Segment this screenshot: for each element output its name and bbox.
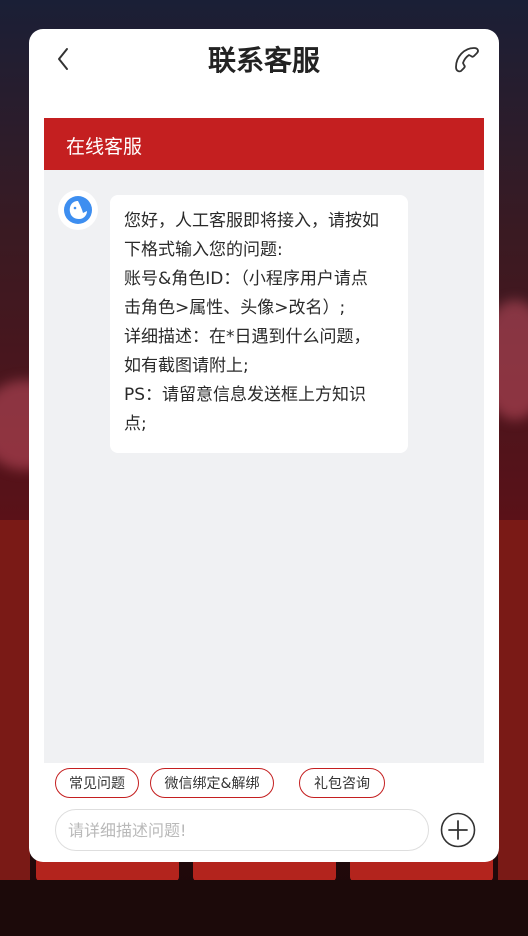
quick-reply-gift-pack[interactable]: 礼包咨询 xyxy=(299,768,385,798)
composer-area: 常见问题 微信绑定&解绑 礼包咨询 xyxy=(44,763,484,862)
page-title: 联系客服 xyxy=(207,44,320,77)
agent-avatar xyxy=(58,190,98,230)
message-line: 如有截图请附上; xyxy=(124,356,249,376)
message-line: 账号&角色ID：（小程序用户请点 xyxy=(124,269,368,289)
agent-message-bubble: 您好，人工客服即将接入，请按如 下格式输入您的问题: 账号&角色ID：（小程序用… xyxy=(110,195,408,453)
phone-button[interactable] xyxy=(449,41,485,77)
online-service-header: 在线客服 xyxy=(44,118,484,170)
message-line: 下格式输入您的问题: xyxy=(124,240,283,260)
message-input[interactable] xyxy=(55,809,429,851)
quick-reply-faq[interactable]: 常见问题 xyxy=(55,768,139,798)
message-line: PS：请留意信息发送框上方知识 xyxy=(124,385,367,405)
pillar-decoration xyxy=(0,520,30,880)
chat-area[interactable]: 您好，人工客服即将接入，请按如 下格式输入您的问题: 账号&角色ID：（小程序用… xyxy=(44,170,484,763)
background-bottom-bar xyxy=(0,880,528,936)
bird-logo-icon xyxy=(64,196,92,224)
message-line: 您好，人工客服即将接入，请按如 xyxy=(124,211,379,231)
dialog-header: 联系客服 xyxy=(29,29,499,91)
add-attachment-button[interactable] xyxy=(440,812,476,848)
phone-icon xyxy=(455,47,479,73)
online-service-title: 在线客服 xyxy=(66,136,143,158)
quick-reply-wechat-binding[interactable]: 微信绑定&解绑 xyxy=(150,768,274,798)
plus-circle-icon xyxy=(440,812,476,848)
customer-service-dialog: 联系客服 在线客服 您好，人工客服即将接入，请按如 下格式输入您的问题: 账号&… xyxy=(29,29,499,862)
message-line: 击角色>属性、头像>改名）; xyxy=(124,298,346,318)
pillar-decoration xyxy=(498,520,528,880)
message-line: 点; xyxy=(124,414,147,434)
message-line: 详细描述：在*日遇到什么问题， xyxy=(124,327,371,347)
